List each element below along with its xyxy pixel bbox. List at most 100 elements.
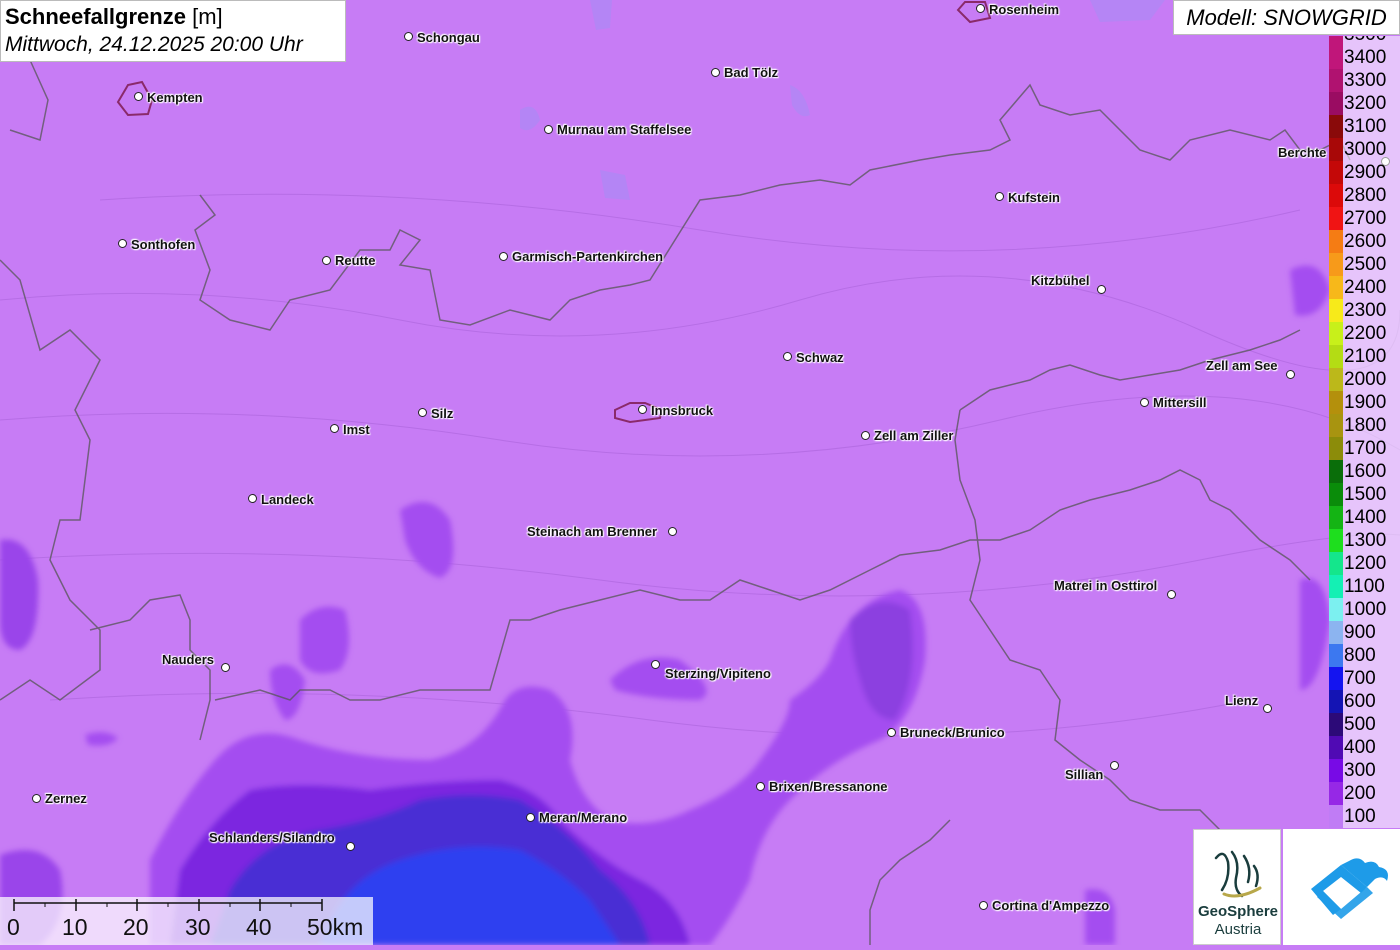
legend-swatch: [1329, 736, 1343, 759]
title-main: Schneefallgrenze: [5, 4, 186, 29]
city-label-schlanders[interactable]: Schlanders/Silandro: [209, 830, 335, 845]
scale-label: 50km: [307, 914, 364, 940]
city-label-steinach[interactable]: Steinach am Brenner: [527, 524, 657, 539]
city-label-landeck[interactable]: Landeck: [261, 492, 314, 507]
city-dot[interactable]: [499, 252, 508, 261]
city-dot[interactable]: [248, 494, 257, 503]
city-dot[interactable]: [1140, 398, 1149, 407]
city-dot[interactable]: [134, 92, 143, 101]
city-dot[interactable]: [711, 68, 720, 77]
city-label-zernez[interactable]: Zernez: [45, 791, 87, 806]
city-label-reutte[interactable]: Reutte: [335, 253, 375, 268]
city-dot[interactable]: [322, 256, 331, 265]
scale-label: 10: [62, 914, 88, 940]
city-dot[interactable]: [118, 239, 127, 248]
legend-label: 1300: [1343, 529, 1400, 552]
city-dot[interactable]: [418, 408, 427, 417]
city-dot[interactable]: [887, 728, 896, 737]
city-label-murnau[interactable]: Murnau am Staffelsee: [557, 122, 691, 137]
scale-label: 30: [185, 914, 211, 940]
city-label-nauders[interactable]: Nauders: [162, 652, 214, 667]
legend-label: 2900: [1343, 161, 1400, 184]
legend-swatch: [1329, 207, 1343, 230]
city-label-innsbruck[interactable]: Innsbruck: [651, 403, 713, 418]
city-dot[interactable]: [979, 901, 988, 910]
city-dot[interactable]: [651, 660, 660, 669]
legend-label: 2000: [1343, 368, 1400, 391]
city-dot[interactable]: [526, 813, 535, 822]
legend-swatch: [1329, 759, 1343, 782]
city-label-imst[interactable]: Imst: [343, 422, 370, 437]
legend-swatch: [1329, 483, 1343, 506]
city-label-kitzbuehel[interactable]: Kitzbühel: [1031, 273, 1090, 288]
city-label-meran[interactable]: Meran/Merano: [539, 810, 627, 825]
city-label-schongau[interactable]: Schongau: [417, 30, 480, 45]
legend-label: 1100: [1343, 575, 1400, 598]
city-dot[interactable]: [1263, 704, 1272, 713]
city-dot[interactable]: [330, 424, 339, 433]
city-label-sillian[interactable]: Sillian: [1065, 767, 1103, 782]
city-dot[interactable]: [756, 782, 765, 791]
legend-label: 1500: [1343, 483, 1400, 506]
legend-label: 3200: [1343, 92, 1400, 115]
legend-swatch: [1329, 322, 1343, 345]
city-label-brixen[interactable]: Brixen/Bressanone: [769, 779, 888, 794]
city-label-mittersill[interactable]: Mittersill: [1153, 395, 1206, 410]
city-label-sonthofen[interactable]: Sonthofen: [131, 237, 195, 252]
legend-label: 1600: [1343, 460, 1400, 483]
city-dot[interactable]: [783, 352, 792, 361]
legend-label: 1400: [1343, 506, 1400, 529]
city-dot[interactable]: [544, 125, 553, 134]
city-label-schwaz[interactable]: Schwaz: [796, 350, 844, 365]
city-label-zell-am-ziller[interactable]: Zell am Ziller: [874, 428, 953, 443]
legend-label: 500: [1343, 713, 1400, 736]
geosphere-country: Austria: [1214, 921, 1262, 938]
city-label-lienz[interactable]: Lienz: [1225, 693, 1258, 708]
city-dot[interactable]: [32, 794, 41, 803]
legend-label: 2700: [1343, 207, 1400, 230]
city-dot[interactable]: [668, 527, 677, 536]
city-label-kempten[interactable]: Kempten: [147, 90, 203, 105]
map-canvas[interactable]: [0, 0, 1400, 945]
city-label-bad-toelz[interactable]: Bad Tölz: [724, 65, 778, 80]
city-dot[interactable]: [861, 431, 870, 440]
scale-label: 40: [246, 914, 272, 940]
city-dot[interactable]: [1286, 370, 1295, 379]
city-label-matrei[interactable]: Matrei in Osttirol: [1054, 578, 1157, 593]
city-label-rosenheim[interactable]: Rosenheim: [989, 2, 1059, 17]
title-box: Schneefallgrenze [m] Mittwoch, 24.12.202…: [0, 0, 346, 62]
city-dot[interactable]: [221, 663, 230, 672]
legend-label: 1700: [1343, 437, 1400, 460]
city-dot[interactable]: [1097, 285, 1106, 294]
legend-swatch: [1329, 46, 1343, 69]
legend-label: 2400: [1343, 276, 1400, 299]
city-dot[interactable]: [638, 405, 647, 414]
legend-label: 3100: [1343, 115, 1400, 138]
city-dot[interactable]: [346, 842, 355, 851]
city-label-silz[interactable]: Silz: [431, 406, 453, 421]
city-label-zell-am-see[interactable]: Zell am See: [1206, 358, 1278, 373]
cloud-logo[interactable]: [1283, 829, 1400, 945]
city-dot[interactable]: [404, 32, 413, 41]
scale-label: 0: [7, 914, 20, 940]
map-title: Schneefallgrenze [m]: [5, 3, 345, 31]
city-label-sterzing[interactable]: Sterzing/Vipiteno: [665, 666, 771, 681]
city-label-bruneck[interactable]: Bruneck/Brunico: [900, 725, 1005, 740]
city-dot[interactable]: [1167, 590, 1176, 599]
city-dot[interactable]: [1110, 761, 1119, 770]
geosphere-logo[interactable]: GeoSphere Austria: [1193, 829, 1281, 945]
legend-swatch: [1329, 92, 1343, 115]
city-label-berchtesgaden[interactable]: Berchte: [1278, 145, 1326, 160]
legend-label: 2100: [1343, 345, 1400, 368]
legend-label: 2500: [1343, 253, 1400, 276]
legend-swatch: [1329, 276, 1343, 299]
legend-label: 1800: [1343, 414, 1400, 437]
legend-label: 600: [1343, 690, 1400, 713]
city-label-garmisch[interactable]: Garmisch-Partenkirchen: [512, 249, 663, 264]
title-unit: [m]: [192, 4, 223, 29]
city-label-kufstein[interactable]: Kufstein: [1008, 190, 1060, 205]
city-dot[interactable]: [976, 4, 985, 13]
city-dot[interactable]: [995, 192, 1004, 201]
city-label-cortina[interactable]: Cortina d'Ampezzo: [992, 898, 1109, 913]
legend-label: 2300: [1343, 299, 1400, 322]
